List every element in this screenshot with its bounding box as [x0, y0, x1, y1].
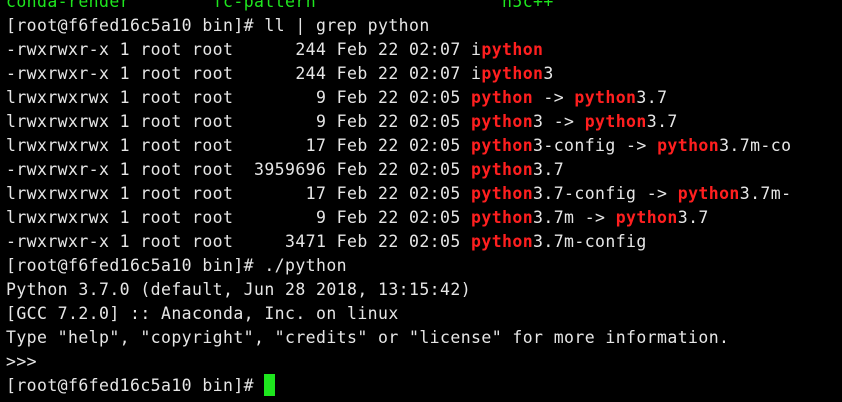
- terminal-line: lrwxrwxrwx 1 root root 17 Feb 22 02:05 p…: [6, 182, 791, 206]
- grep-match-text: python: [574, 88, 637, 107]
- terminal-line: [root@f6fed16c5a10 bin]# ./python: [6, 254, 347, 278]
- terminal-text: 3.7: [636, 88, 668, 107]
- terminal-text: 3.7m ->: [533, 208, 616, 227]
- grep-match-text: python: [471, 88, 534, 107]
- terminal-line: [GCC 7.2.0] :: Anaconda, Inc. on linux: [6, 302, 399, 326]
- terminal-text: lrwxrwxrwx 1 root root 9 Feb 22 02:05: [6, 88, 472, 107]
- terminal-text: conda-render: [6, 0, 131, 11]
- terminal-text: -rwxrwxr-x 1 root root 244 Feb 22 02:07 …: [6, 40, 482, 59]
- terminal-line-partial: conda-render fc-pattern h5c++: [6, 0, 554, 14]
- terminal-text: Type "help", "copyright", "credits" or "…: [6, 328, 730, 347]
- terminal-cursor[interactable]: [264, 374, 276, 396]
- grep-match-text: python: [471, 208, 534, 227]
- terminal-line: lrwxrwxrwx 1 root root 17 Feb 22 02:05 p…: [6, 134, 791, 158]
- terminal-text: [GCC 7.2.0] :: Anaconda, Inc. on linux: [6, 304, 399, 323]
- terminal-text: 3-config ->: [533, 136, 658, 155]
- grep-match-text: python: [481, 64, 544, 83]
- terminal-text: 3.7-config ->: [533, 184, 678, 203]
- terminal-text: -rwxrwxr-x 1 root root 3471 Feb 22 02:05: [6, 232, 472, 251]
- grep-match-text: python: [677, 184, 740, 203]
- terminal-line: Type "help", "copyright", "credits" or "…: [6, 326, 729, 350]
- grep-match-text: python: [471, 160, 534, 179]
- terminal-line: lrwxrwxrwx 1 root root 9 Feb 22 02:05 py…: [6, 110, 678, 134]
- terminal-text: lrwxrwxrwx 1 root root 9 Feb 22 02:05: [6, 112, 472, 131]
- terminal-line: >>>: [6, 350, 37, 374]
- terminal-text: >>>: [6, 352, 38, 371]
- terminal-text: lrwxrwxrwx 1 root root 17 Feb 22 02:05: [6, 136, 472, 155]
- grep-match-text: python: [615, 208, 678, 227]
- grep-match-text: python: [471, 232, 534, 251]
- terminal-text: [root@f6fed16c5a10 bin]#: [6, 376, 265, 395]
- terminal-line: Python 3.7.0 (default, Jun 28 2018, 13:1…: [6, 278, 471, 302]
- terminal-text: 3.7m-config: [533, 232, 647, 251]
- grep-match-text: python: [481, 40, 544, 59]
- terminal-text: 3: [543, 64, 554, 83]
- terminal-text: 3.7m-co: [719, 136, 792, 155]
- grep-match-text: python: [471, 136, 534, 155]
- terminal-text: lrwxrwxrwx 1 root root 17 Feb 22 02:05: [6, 184, 472, 203]
- terminal-text: fc-pattern: [212, 0, 317, 11]
- terminal-text: lrwxrwxrwx 1 root root 9 Feb 22 02:05: [6, 208, 472, 227]
- terminal-text: 3.7: [533, 160, 565, 179]
- terminal-line: -rwxrwxr-x 1 root root 3959696 Feb 22 02…: [6, 158, 564, 182]
- terminal-text: [root@f6fed16c5a10 bin]# ll | grep pytho…: [6, 16, 430, 35]
- terminal-text: -rwxrwxr-x 1 root root 3959696 Feb 22 02…: [6, 160, 472, 179]
- terminal-line: -rwxrwxr-x 1 root root 244 Feb 22 02:07 …: [6, 38, 543, 62]
- terminal-line: -rwxrwxr-x 1 root root 3471 Feb 22 02:05…: [6, 230, 647, 254]
- grep-match-text: python: [471, 184, 534, 203]
- terminal-text: h5c++: [502, 0, 554, 11]
- terminal-window[interactable]: conda-render fc-pattern h5c++ [root@f6fed…: [0, 0, 842, 402]
- grep-match-text: python: [471, 112, 534, 131]
- terminal-line: [root@f6fed16c5a10 bin]# ll | grep pytho…: [6, 14, 430, 38]
- grep-match-text: python: [584, 112, 647, 131]
- terminal-text: -rwxrwxr-x 1 root root 244 Feb 22 02:07 …: [6, 64, 482, 83]
- terminal-line: -rwxrwxr-x 1 root root 244 Feb 22 02:07 …: [6, 62, 554, 86]
- terminal-line: lrwxrwxrwx 1 root root 9 Feb 22 02:05 py…: [6, 206, 709, 230]
- terminal-text: 3.7: [677, 208, 709, 227]
- terminal-line: lrwxrwxrwx 1 root root 9 Feb 22 02:05 py…: [6, 86, 667, 110]
- terminal-text: 3.7m-: [739, 184, 792, 203]
- terminal-line: [root@f6fed16c5a10 bin]#: [6, 374, 276, 398]
- terminal-text: [root@f6fed16c5a10 bin]# ./python: [6, 256, 348, 275]
- terminal-text: 3.7: [646, 112, 678, 131]
- terminal-text: Python 3.7.0 (default, Jun 28 2018, 13:1…: [6, 280, 472, 299]
- grep-match-text: python: [657, 136, 720, 155]
- terminal-text: ->: [533, 88, 575, 107]
- terminal-text: 3 ->: [533, 112, 585, 131]
